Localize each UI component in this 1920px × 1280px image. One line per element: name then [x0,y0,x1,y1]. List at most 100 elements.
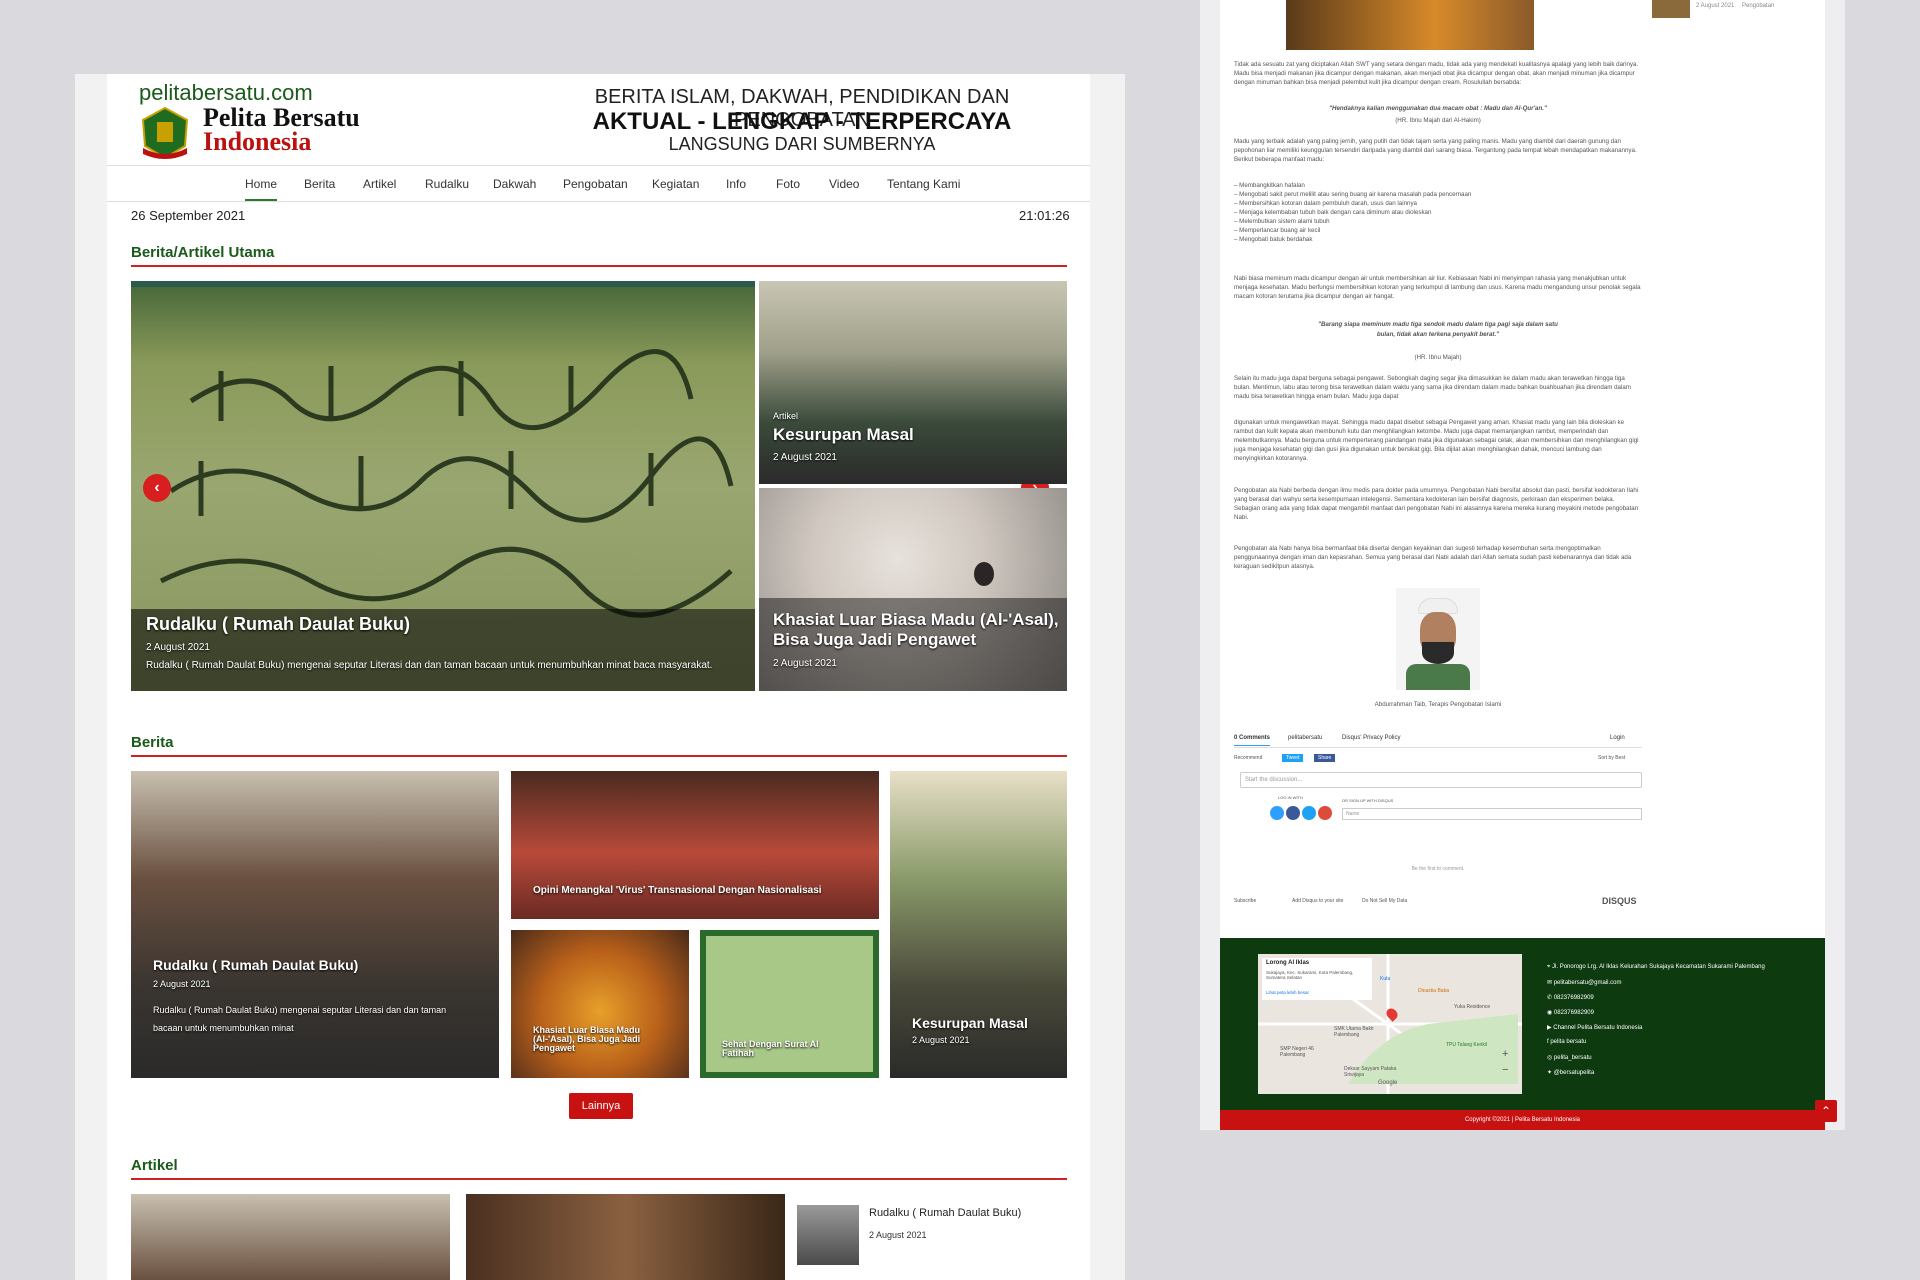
berita-big-title[interactable]: Rudalku ( Rumah Daulat Buku) [153,957,358,973]
whatsapp-icon: ◉ [1547,1010,1554,1016]
nav-tentang-kami[interactable]: Tentang Kami [887,177,960,191]
featured-slide-image[interactable]: Rudalku ( Rumah Daulat Buku) 2 August 20… [131,281,755,691]
nav-kegiatan[interactable]: Kegiatan [652,177,699,191]
email-icon: ✉ [1547,980,1554,986]
disqus-brand[interactable]: DISQUS [1602,896,1637,906]
facebook-login-icon[interactable] [1286,806,1300,820]
disqus-login[interactable]: Login [1610,735,1625,741]
nav-artikel[interactable]: Artikel [363,177,396,191]
nav-info[interactable]: Info [726,177,746,191]
twitter-login-icon[interactable] [1302,806,1316,820]
footer-whatsapp[interactable]: ◉ 082376982909 [1547,1009,1594,1016]
artikel-image-2[interactable] [466,1194,785,1280]
footer-address: ⌖ Jl. Ponorogo Lrg. Al Iklas Kelurahan S… [1547,964,1765,970]
logo-text[interactable]: Pelita Bersatu Indonesia [203,105,360,155]
berita-kesurupan-image[interactable]: Kesurupan Masal 2 August 2021 [890,771,1067,1078]
slider-prev-button[interactable]: ‹ [143,474,171,502]
disqus-add[interactable]: Add Disqus to your site [1292,898,1343,904]
side1-title[interactable]: Kesurupan Masal [773,425,914,445]
artikel-list-date: 2 August 2021 [869,1230,927,1240]
disqus-dnsmpi[interactable]: Do Not Sell My Data [1362,898,1407,904]
berita-sehat-image[interactable]: Sehat Dengan Surat Al Fatihah [700,930,879,1078]
footer-instagram[interactable]: ◎ pelita_bersatu [1547,1054,1592,1061]
map-poi: TPU Talang Kerikil [1446,1042,1488,1048]
berita-kesurupan-title[interactable]: Kesurupan Masal [912,1015,1028,1031]
main-nav: Home Berita Artikel Rudalku Dakwah Pengo… [107,166,1090,202]
nav-dakwah[interactable]: Dakwah [493,177,536,191]
footer-map[interactable]: Lorong Al Iklas Sukajaya, Kec. Sukarami,… [1258,954,1522,1094]
map-zoom-out-button[interactable]: − [1502,1064,1508,1076]
nav-pengobatan[interactable]: Pengobatan [563,177,628,191]
disqus-comment-input[interactable]: Start the discussion... [1240,772,1642,788]
side1-category: Artikel [773,411,799,421]
disqus-comments-count[interactable]: 0 Comments [1234,735,1271,746]
map-zoom-in-button[interactable]: + [1502,1048,1508,1060]
disqus-tweet-button[interactable]: Tweet [1282,754,1304,762]
right-page-screenshot: 2 August 2021 Pengobatan Tidak ada sesua… [1200,0,1845,1130]
disqus-subscribe[interactable]: Subscribe [1234,898,1256,904]
featured-side-image-2[interactable]: Khasiat Luar Biasa Madu (Al-'Asal), Bisa… [759,488,1067,691]
site-header: pelitabersatu.com Pelita Bersatu Indones… [107,74,1090,166]
artikel-thumb[interactable] [797,1205,859,1265]
section-title-utama: Berita/Artikel Utama [131,244,275,261]
berita-madu-image[interactable]: Khasiat Luar Biasa Madu (Al-'Asal), Bisa … [511,930,689,1078]
nav-foto[interactable]: Foto [776,177,800,191]
phone-icon: ✆ [1547,995,1554,1001]
tagline-3: LANGSUNG DARI SUMBERNYA [668,134,936,154]
beard-icon [1422,642,1454,664]
footer-facebook[interactable]: f pelita bersatu [1547,1039,1586,1045]
map-poi: SMK Utama Bakti Palembang [1334,1026,1374,1038]
footer-youtube[interactable]: ▶ Channel Pelita Bersatu Indonesia [1547,1024,1642,1031]
article-paragraph-3: Nabi biasa meminum madu dicampur dengan … [1234,275,1641,300]
footer-email[interactable]: ✉ pelitabersatu@gmail.com [1547,979,1622,986]
berita-kesurupan-date: 2 August 2021 [912,1035,970,1045]
map-poi: Dinastia Baba [1418,988,1450,994]
article-page: 2 August 2021 Pengobatan Tidak ada sesua… [1220,0,1825,1130]
google-login-icon[interactable] [1318,806,1332,820]
disqus-privacy[interactable]: Disqus' Privacy Policy [1342,735,1401,741]
disqus-site[interactable]: pelitabersatu [1288,735,1322,741]
map-larger-link[interactable]: Lihat peta lebih besar [1266,990,1309,995]
nav-video[interactable]: Video [829,177,859,191]
slide-date: 2 August 2021 [146,642,210,653]
disqus-share-button[interactable]: Share [1314,754,1336,762]
map-poi: SMP Negeri 46 Palembang [1280,1046,1314,1058]
google-logo: Google [1378,1080,1398,1086]
nav-home[interactable]: Home [245,177,278,201]
berita-opini-image[interactable]: Opini Menangkal 'Virus' Transnasional De… [511,771,879,919]
nav-rudalku[interactable]: Rudalku [425,177,469,191]
article-quote-2-source: (HR. Ibnu Majah) [1414,354,1462,361]
berita-madu-title[interactable]: Khasiat Luar Biasa Madu (Al-'Asal), Bisa … [533,1026,640,1053]
article-paragraph-5: digunakan untuk mengawetkan mayat. Sehin… [1234,419,1639,462]
featured-side-image-1[interactable]: Artikel Kesurupan Masal 2 August 2021 [759,281,1067,484]
footer-phone[interactable]: ✆ 082376982909 [1547,994,1594,1001]
article-paragraph-1: Tidak ada sesuatu zat yang diciptakan Al… [1234,61,1639,86]
sidebar-thumb[interactable] [1652,0,1690,18]
lainnya-button[interactable]: Lainnya [569,1093,633,1119]
disqus-sort[interactable]: Sort by Best [1598,755,1625,761]
nav-berita[interactable]: Berita [304,177,335,191]
disqus-login-icon[interactable] [1270,806,1284,820]
berita-big-image[interactable]: Rudalku ( Rumah Daulat Buku) 2 August 20… [131,771,499,1078]
footer-twitter[interactable]: ✦ @bersatupelita [1547,1069,1594,1076]
disqus-recommend[interactable]: Recommend [1234,755,1262,761]
rabbit-eye-icon [974,562,994,586]
logo-emblem-icon[interactable] [139,106,191,160]
side2-title-line2[interactable]: Bisa Juga Jadi Pengawet [773,630,976,650]
current-date: 26 September 2021 [131,208,246,223]
back-to-top-button[interactable]: ⌃ [1815,1100,1837,1122]
disqus-name-input[interactable]: Name [1342,808,1642,820]
artikel-list-title[interactable]: Rudalku ( Rumah Daulat Buku) [869,1207,1021,1219]
disqus-login-with: LOG IN WITH [1278,795,1303,800]
article-quote-2-line2: bulan, tidak akan terkena penyakit berat… [1376,331,1500,338]
disqus-first-comment: Be the first to comment. [1411,866,1465,872]
slide-title[interactable]: Rudalku ( Rumah Daulat Buku) [146,614,410,635]
article-quote-1: "Hendaknya kalian menggunakan dua macam … [1329,105,1547,112]
sidebar-category[interactable]: Pengobatan [1742,3,1774,9]
article-header-image [1286,0,1534,50]
side2-title-line1[interactable]: Khasiat Luar Biasa Madu (Al-'Asal), [773,610,1059,630]
berita-opini-title[interactable]: Opini Menangkal 'Virus' Transnasional De… [533,885,822,896]
artikel-image-1[interactable] [131,1194,450,1280]
berita-sehat-title[interactable]: Sehat Dengan Surat Al Fatihah [722,1040,819,1058]
berita-big-excerpt-2: bacaan untuk menumbuhkan minat [153,1023,294,1033]
